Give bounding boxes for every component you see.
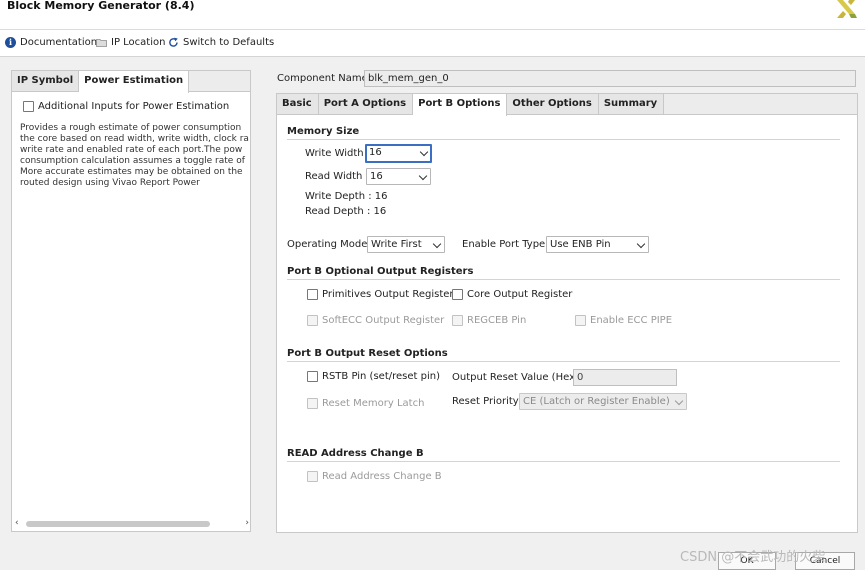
left-panel: IP Symbol Power Estimation Additional In… [11,70,251,532]
reset-value-input[interactable]: 0 [573,369,677,386]
reset-value-label: Output Reset Value (Hex) [452,372,579,383]
write-width-value: 16 [369,147,382,158]
left-tab-bar: IP Symbol Power Estimation [12,71,250,93]
write-depth-text: Write Depth : 16 [305,191,388,202]
softecc-output-label: SoftECC Output Register [322,315,445,326]
softecc-output-option: SoftECC Output Register [307,315,444,326]
scroll-right-icon[interactable]: › [245,518,249,528]
write-width-label: Write Width [305,148,364,159]
description-line: the core based on read width, write widt… [20,134,249,144]
xilinx-logo-icon [837,0,857,18]
tab-summary[interactable]: Summary [598,94,665,114]
rstb-pin-label: RSTB Pin (set/reset pin) [322,371,440,382]
tab-ip-symbol[interactable]: IP Symbol [12,71,80,91]
tab-power-estimation[interactable]: Power Estimation [79,71,190,93]
enable-port-type-value: Use ENB Pin [550,239,611,250]
component-name-input[interactable]: blk_mem_gen_0 [364,70,856,87]
reset-priority-label: Reset Priority [452,396,519,407]
info-icon: i [5,37,16,48]
csdn-watermark: CSDN @不会武功的火柴 [680,550,826,565]
reset-priority-select: CE (Latch or Register Enable) [519,393,687,410]
read-width-value: 16 [370,171,383,182]
enable-port-type-select[interactable]: Use ENB Pin [546,236,649,253]
read-address-change-label: Read Address Change B [322,471,442,482]
additional-inputs-label: Additional Inputs for Power Estimation [38,101,230,112]
write-width-select[interactable]: 16 [365,144,432,163]
ip-location-label: IP Location [111,37,166,48]
options-panel: Basic Port A Options Port B Options Othe… [276,93,858,533]
read-width-label: Read Width [305,171,363,182]
ecc-pipe-checkbox [575,315,586,326]
read-address-change-checkbox [307,471,318,482]
description-line: routed design using Vivao Report Power [20,178,200,188]
reset-memory-latch-checkbox [307,398,318,409]
description-line: More accurate estimates may be obtained … [20,167,243,177]
folder-icon [96,39,107,47]
tab-port-b-options[interactable]: Port B Options [413,94,508,116]
rstb-pin-option[interactable]: RSTB Pin (set/reset pin) [307,371,440,382]
ip-location-button[interactable]: IP Location [96,37,165,48]
description-line: Provides a rough estimate of power consu… [20,123,242,133]
reset-priority-value: CE (Latch or Register Enable) [523,396,670,407]
ecc-pipe-option: Enable ECC PIPE [575,315,672,326]
chevron-down-icon [432,239,442,249]
rstb-pin-checkbox[interactable] [307,371,318,382]
read-address-title: READ Address Change B [287,448,424,459]
core-output-label: Core Output Register [467,289,573,300]
documentation-button[interactable]: i Documentation [5,37,97,48]
enable-port-type-label: Enable Port Type [462,239,546,250]
operating-mode-label: Operating Mode [287,239,368,250]
tab-other-options[interactable]: Other Options [507,94,599,114]
scrollbar-thumb[interactable] [26,521,210,527]
refresh-icon [169,37,178,47]
read-width-select[interactable]: 16 [366,168,431,185]
core-output-checkbox[interactable] [452,289,463,300]
primitives-output-checkbox[interactable] [307,289,318,300]
chevron-down-icon [419,147,429,157]
toolbar: i Documentation IP Location Switch to De… [0,30,865,57]
softecc-output-checkbox [307,315,318,326]
regceb-pin-label: REGCEB Pin [467,315,527,326]
regceb-pin-option: REGCEB Pin [452,315,526,326]
additional-inputs-option[interactable]: Additional Inputs for Power Estimation [23,101,229,112]
section-divider [287,279,840,280]
reset-memory-latch-label: Reset Memory Latch [322,398,425,409]
options-tab-bar: Basic Port A Options Port B Options Othe… [277,94,857,116]
description-line: consumption calculation assumes a toggle… [20,156,245,166]
read-address-change-option: Read Address Change B [307,471,442,482]
scroll-left-icon[interactable]: ‹ [15,518,19,528]
memory-size-title: Memory Size [287,126,360,137]
window-title: Block Memory Generator (8.4) [7,0,195,12]
power-description: Provides a rough estimate of power consu… [20,123,250,189]
chevron-down-icon [418,171,428,181]
operating-mode-select[interactable]: Write First [367,236,445,253]
tab-port-a-options[interactable]: Port A Options [318,94,414,114]
description-line: write rate and enabled rate of each port… [20,145,243,155]
additional-inputs-checkbox[interactable] [23,101,34,112]
title-bar: Block Memory Generator (8.4) [0,0,865,30]
chevron-down-icon [636,239,646,249]
primitives-output-option[interactable]: Primitives Output Register [307,289,454,300]
section-divider [287,139,840,140]
ecc-pipe-label: Enable ECC PIPE [590,315,673,326]
switch-defaults-label: Switch to Defaults [183,37,275,48]
section-divider [287,361,840,362]
switch-defaults-button[interactable]: Switch to Defaults [168,37,274,48]
reset-memory-latch-option: Reset Memory Latch [307,398,424,409]
section-divider [287,461,840,462]
primitives-output-label: Primitives Output Register [322,289,454,300]
component-name-label: Component Name [277,73,368,84]
operating-mode-value: Write First [371,239,422,250]
core-output-option[interactable]: Core Output Register [452,289,572,300]
regceb-pin-checkbox [452,315,463,326]
tab-basic[interactable]: Basic [277,94,319,114]
output-registers-title: Port B Optional Output Registers [287,266,474,277]
horizontal-scrollbar[interactable]: ‹ › [14,518,250,529]
reset-options-title: Port B Output Reset Options [287,348,448,359]
documentation-label: Documentation [20,37,98,48]
chevron-down-icon [674,396,684,406]
read-depth-text: Read Depth : 16 [305,206,387,217]
